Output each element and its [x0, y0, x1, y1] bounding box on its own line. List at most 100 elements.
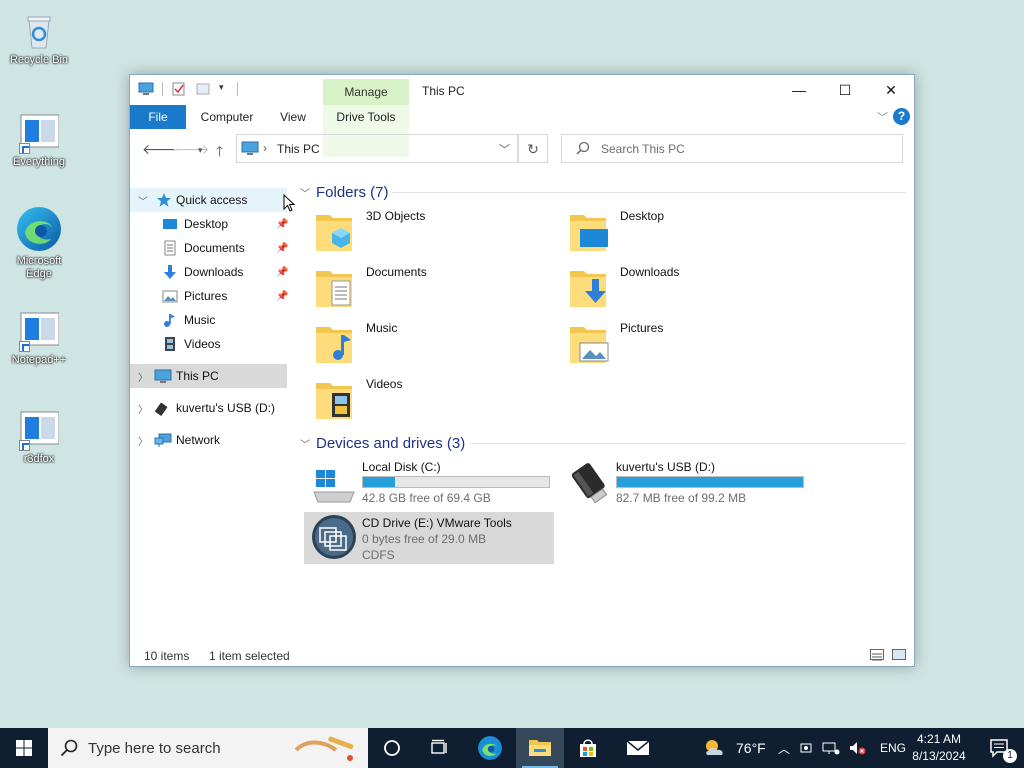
- taskbar-search-input[interactable]: Type here to search: [48, 728, 368, 768]
- pin-icon: 📌: [276, 242, 289, 254]
- desktop-icon-microsoft-edge[interactable]: Microsoft Edge: [3, 205, 75, 281]
- breadcrumb-separator-icon[interactable]: ›: [263, 141, 267, 155]
- cortana-button[interactable]: [368, 728, 416, 768]
- desktop-icon-recycle-bin[interactable]: Recycle Bin: [3, 10, 75, 67]
- address-bar[interactable]: › This PC ﹀: [236, 134, 518, 163]
- start-button[interactable]: [0, 728, 48, 768]
- mail-envelope-icon: [626, 740, 650, 755]
- camera-device-icon[interactable]: [799, 741, 813, 755]
- chevron-down-icon[interactable]: ﹀: [300, 185, 310, 200]
- folder-item[interactable]: Music: [296, 317, 546, 369]
- network-icon[interactable]: [822, 741, 840, 755]
- forward-arrow-icon[interactable]: 🡒: [172, 141, 210, 158]
- item-count: 10 items: [144, 649, 190, 663]
- navigation-pane: ﹀ Quick access Desktop 📌 Documents 📌 Dow…: [130, 171, 296, 643]
- drive-free-space: 0 bytes free of 29.0 MB: [362, 532, 487, 546]
- large-icons-view-icon[interactable]: [892, 649, 906, 660]
- taskbar-file-explorer-button[interactable]: [516, 728, 564, 768]
- nav-item-this-pc[interactable]: 〉 This PC: [130, 364, 287, 388]
- properties-icon[interactable]: [171, 82, 187, 96]
- folder-item[interactable]: Documents: [296, 261, 546, 313]
- minimize-button[interactable]: —: [776, 75, 822, 105]
- breadcrumb[interactable]: This PC: [277, 142, 320, 156]
- up-arrow-icon[interactable]: 🡑: [216, 141, 223, 165]
- group-header-folders[interactable]: ﹀ Folders (7): [300, 181, 906, 203]
- tab-computer[interactable]: Computer: [192, 105, 262, 129]
- close-button[interactable]: ✕: [868, 75, 914, 105]
- nav-item-label: Documents: [184, 241, 245, 255]
- tab-file[interactable]: File: [130, 105, 186, 129]
- new-folder-icon[interactable]: [195, 82, 211, 96]
- app-window-icon: [19, 409, 60, 451]
- volume-muted-icon[interactable]: [849, 741, 867, 755]
- pin-icon: 📌: [276, 290, 289, 302]
- chevron-right-icon[interactable]: 〉: [138, 433, 148, 448]
- contextual-tab-manage[interactable]: Manage: [323, 79, 409, 105]
- chevron-right-icon[interactable]: 〉: [138, 401, 148, 416]
- group-header-devices[interactable]: ﹀ Devices and drives (3): [300, 432, 906, 454]
- task-view-icon: [431, 739, 447, 754]
- desktop-icon-everything[interactable]: Everything: [3, 112, 75, 169]
- chevron-down-icon[interactable]: ﹀: [300, 436, 310, 451]
- nav-item-music[interactable]: Music: [130, 308, 287, 332]
- refresh-button[interactable]: ↻: [518, 134, 548, 163]
- nav-item-usb-drive[interactable]: 〉 kuvertu's USB (D:): [130, 396, 287, 420]
- nav-item-quick-access[interactable]: ﹀ Quick access: [130, 188, 287, 212]
- close-icon: ✕: [885, 81, 897, 98]
- taskbar-mail-button[interactable]: [614, 728, 662, 768]
- chevron-right-icon[interactable]: 〉: [138, 369, 148, 384]
- desktop-icon-notepadpp[interactable]: Notepad++: [3, 310, 75, 367]
- recent-locations-chevron-icon[interactable]: ▾: [198, 145, 203, 156]
- expand-ribbon-icon[interactable]: ﹀: [877, 109, 888, 125]
- task-view-button[interactable]: [416, 728, 464, 768]
- folder-icon: [529, 740, 551, 756]
- drive-usage-bar: [616, 476, 804, 488]
- nav-item-downloads[interactable]: Downloads 📌: [130, 260, 288, 284]
- maximize-button[interactable]: ☐: [822, 75, 868, 105]
- address-dropdown-icon[interactable]: ﹀: [499, 141, 510, 157]
- computer-icon: [241, 141, 259, 159]
- nav-item-label: Network: [176, 433, 221, 447]
- search-input[interactable]: Search This PC: [561, 134, 903, 163]
- taskbar-store-button[interactable]: [564, 728, 612, 768]
- folder-name: Music: [366, 321, 398, 335]
- taskbar: Type here to search 76°F ︿ ENG 4:21 AM 8…: [0, 728, 1024, 768]
- drive-filesystem: CDFS: [362, 548, 395, 562]
- drive-name: kuvertu's USB (D:): [616, 460, 715, 474]
- desktop-icon-r3dfox[interactable]: r3dfox: [3, 409, 75, 466]
- taskbar-edge-button[interactable]: [466, 728, 514, 768]
- weather-widget[interactable]: 76°F: [702, 728, 766, 768]
- folder-item[interactable]: Pictures: [550, 317, 800, 369]
- details-view-icon[interactable]: [870, 649, 884, 661]
- system-clock[interactable]: 4:21 AM 8/13/2024: [904, 731, 974, 765]
- show-hidden-icons-chevron-icon[interactable]: ︿: [778, 740, 790, 757]
- drive-item-selected[interactable]: CD Drive (E:) VMware Tools 0 bytes free …: [304, 512, 554, 564]
- nav-item-network[interactable]: 〉 Network: [130, 428, 287, 452]
- folder-item[interactable]: Desktop: [550, 205, 800, 257]
- notification-center-button[interactable]: 1: [976, 728, 1024, 768]
- vmware-cd-icon: [310, 514, 358, 560]
- folder-item[interactable]: Downloads: [550, 261, 800, 313]
- group-divider: [470, 443, 906, 444]
- customize-qat-icon[interactable]: ▾: [219, 82, 229, 96]
- chevron-down-icon[interactable]: ﹀: [138, 193, 148, 208]
- drive-item[interactable]: Local Disk (C:) 42.8 GB free of 69.4 GB: [304, 456, 554, 508]
- desktop-folder-icon: [568, 207, 612, 253]
- nav-item-pictures[interactable]: Pictures 📌: [130, 284, 289, 308]
- maximize-icon: ☐: [838, 81, 852, 98]
- nav-item-documents[interactable]: Documents 📌: [130, 236, 289, 260]
- nav-item-desktop[interactable]: Desktop 📌: [130, 212, 288, 236]
- shortcut-arrow-icon: [19, 440, 30, 451]
- edge-icon: [15, 205, 63, 253]
- tab-view[interactable]: View: [270, 105, 316, 129]
- folder-item[interactable]: 3D Objects: [296, 205, 546, 257]
- folder-item[interactable]: Videos: [296, 373, 546, 425]
- nav-item-videos[interactable]: Videos: [130, 332, 287, 356]
- refresh-icon: ↻: [527, 141, 539, 157]
- nav-item-label: This PC: [176, 369, 219, 383]
- title-bar[interactable]: ▾ Manage This PC — ☐ ✕: [130, 75, 914, 105]
- drive-item[interactable]: kuvertu's USB (D:) 82.7 MB free of 99.2 …: [558, 456, 808, 508]
- quick-access-toolbar: ▾: [138, 82, 238, 96]
- input-language[interactable]: ENG: [880, 741, 906, 755]
- help-icon[interactable]: ?: [893, 108, 910, 125]
